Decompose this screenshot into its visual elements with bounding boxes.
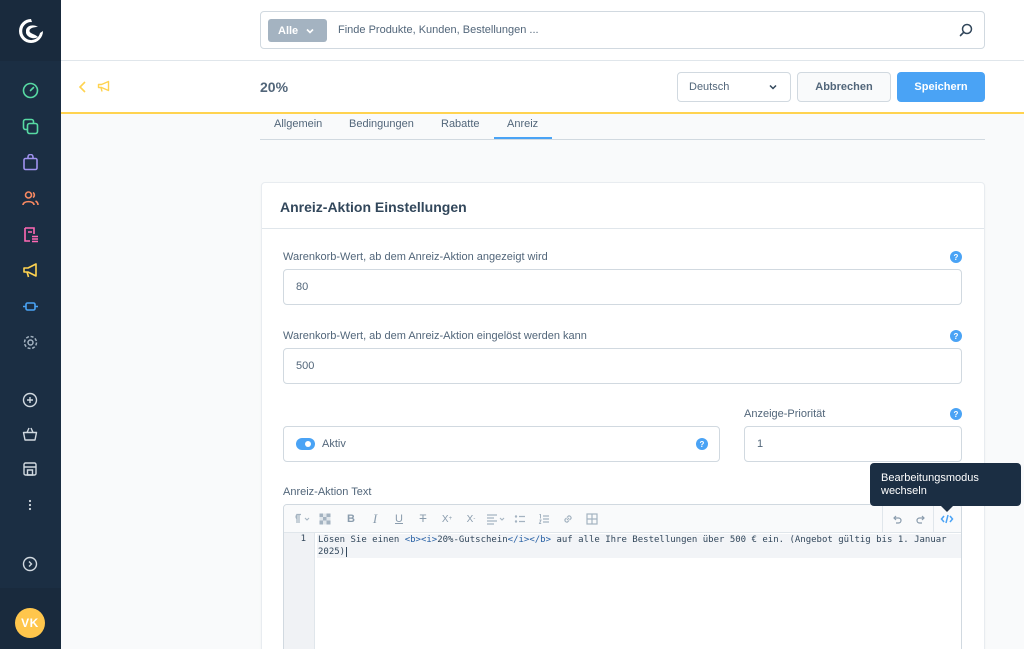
marketing-icon[interactable] [20, 260, 40, 280]
underline-icon[interactable]: U [392, 511, 406, 527]
marketing-module-icon [97, 80, 110, 92]
expand-icon[interactable] [20, 554, 40, 574]
tab-rabatte[interactable]: Rabatte [441, 118, 480, 139]
content-icon[interactable] [20, 224, 40, 244]
paragraph-format-icon[interactable] [292, 511, 312, 527]
help-icon[interactable]: ? [696, 438, 708, 450]
customers-icon[interactable] [20, 188, 40, 208]
sales-channel-icon[interactable] [20, 459, 40, 479]
text-align-icon[interactable] [486, 511, 506, 527]
redeem-value-field[interactable]: 500 [283, 348, 962, 384]
ordered-list-icon[interactable] [537, 511, 551, 527]
text-label: Anreiz-Aktion Text [283, 486, 372, 498]
chevron-down-icon [769, 84, 777, 90]
card-header: Anreiz-Aktion Einstellungen [262, 183, 984, 229]
avatar[interactable]: VK [15, 608, 45, 638]
code-mode-icon[interactable] [939, 511, 955, 527]
code-text: Lösen Sie einen [318, 535, 405, 545]
shopware-logo-icon [18, 18, 43, 43]
tab-anreiz[interactable]: Anreiz [494, 118, 552, 139]
code-tag: <b><i> [404, 535, 438, 545]
strikethrough-icon[interactable]: T [416, 511, 430, 527]
language-label: Deutsch [689, 81, 730, 93]
tab-bar: Allgemein Bedingungen Rabatte Anreiz [260, 115, 985, 140]
text-cursor [346, 547, 348, 557]
superscript-icon[interactable]: X + [440, 511, 454, 527]
tooltip: Bearbeitungsmodus wechseln [870, 463, 1021, 512]
help-icon[interactable]: ? [950, 408, 962, 420]
language-switch[interactable]: Deutsch [677, 72, 791, 102]
redo-icon[interactable] [914, 511, 928, 527]
more-icon[interactable] [20, 495, 40, 515]
editor-toolbar: B I U T X + X- [284, 505, 961, 533]
tab-bedingungen[interactable]: Bedingungen [349, 118, 414, 139]
line-gutter: 1 [284, 533, 315, 649]
tab-allgemein[interactable]: Allgemein [274, 118, 322, 139]
unordered-list-icon[interactable] [513, 511, 527, 527]
add-icon[interactable] [20, 390, 40, 410]
search-type-label: Alle [278, 24, 299, 37]
code-editor: B I U T X + X- 1 Lösen Sie einen <b><i>2… [283, 504, 962, 649]
table-icon[interactable] [585, 511, 599, 527]
help-icon[interactable]: ? [950, 251, 962, 263]
dashboard-icon[interactable] [20, 80, 40, 100]
global-search: Alle [260, 11, 985, 49]
code-tag: </i></b> [507, 535, 552, 545]
code-line: Lösen Sie einen <b><i>20%-Gutschein</i><… [317, 534, 961, 558]
active-switch-field: Aktiv ? [283, 426, 720, 462]
shop-basket-icon[interactable] [20, 424, 40, 444]
code-content[interactable]: Lösen Sie einen <b><i>20%-Gutschein</i><… [317, 533, 961, 558]
card-title: Anreiz-Aktion Einstellungen [280, 199, 467, 215]
search-type-select[interactable]: Alle [268, 19, 327, 42]
cancel-button[interactable]: Abbrechen [797, 72, 891, 102]
toolbar-separator [882, 505, 883, 533]
priority-label: Anzeige-Priorität [744, 408, 826, 420]
toolbar-separator [933, 505, 934, 533]
shopware-logo[interactable] [0, 0, 61, 61]
search-input[interactable] [338, 13, 938, 47]
admin-sidebar: VK [0, 0, 61, 649]
italic-icon[interactable]: I [368, 511, 382, 527]
subscript-icon[interactable]: X- [464, 511, 478, 527]
link-icon[interactable] [561, 511, 575, 527]
bold-icon[interactable]: B [344, 511, 358, 527]
display-value-label: Warenkorb-Wert, ab dem Anreiz-Aktion ang… [283, 251, 548, 263]
chevron-down-icon [306, 28, 314, 34]
orders-icon[interactable] [20, 152, 40, 172]
back-arrow-icon[interactable] [78, 80, 88, 94]
save-button[interactable]: Speichern [897, 72, 985, 102]
catalogue-icon[interactable] [20, 116, 40, 136]
search-icon[interactable] [958, 22, 974, 38]
priority-field[interactable]: 1 [744, 426, 962, 462]
active-label: Aktiv [322, 438, 346, 450]
code-text: 20%-Gutschein [437, 535, 508, 545]
page-title: 20% [260, 79, 289, 95]
extensions-icon[interactable] [20, 296, 40, 316]
undo-icon[interactable] [890, 511, 904, 527]
display-value-field[interactable]: 80 [283, 269, 962, 305]
settings-icon[interactable] [20, 332, 40, 352]
active-toggle[interactable] [296, 438, 315, 450]
redeem-value-label: Warenkorb-Wert, ab dem Anreiz-Aktion ein… [283, 330, 587, 342]
background-color-icon[interactable] [318, 511, 332, 527]
help-icon[interactable]: ? [950, 330, 962, 342]
line-number: 1 [300, 534, 306, 544]
